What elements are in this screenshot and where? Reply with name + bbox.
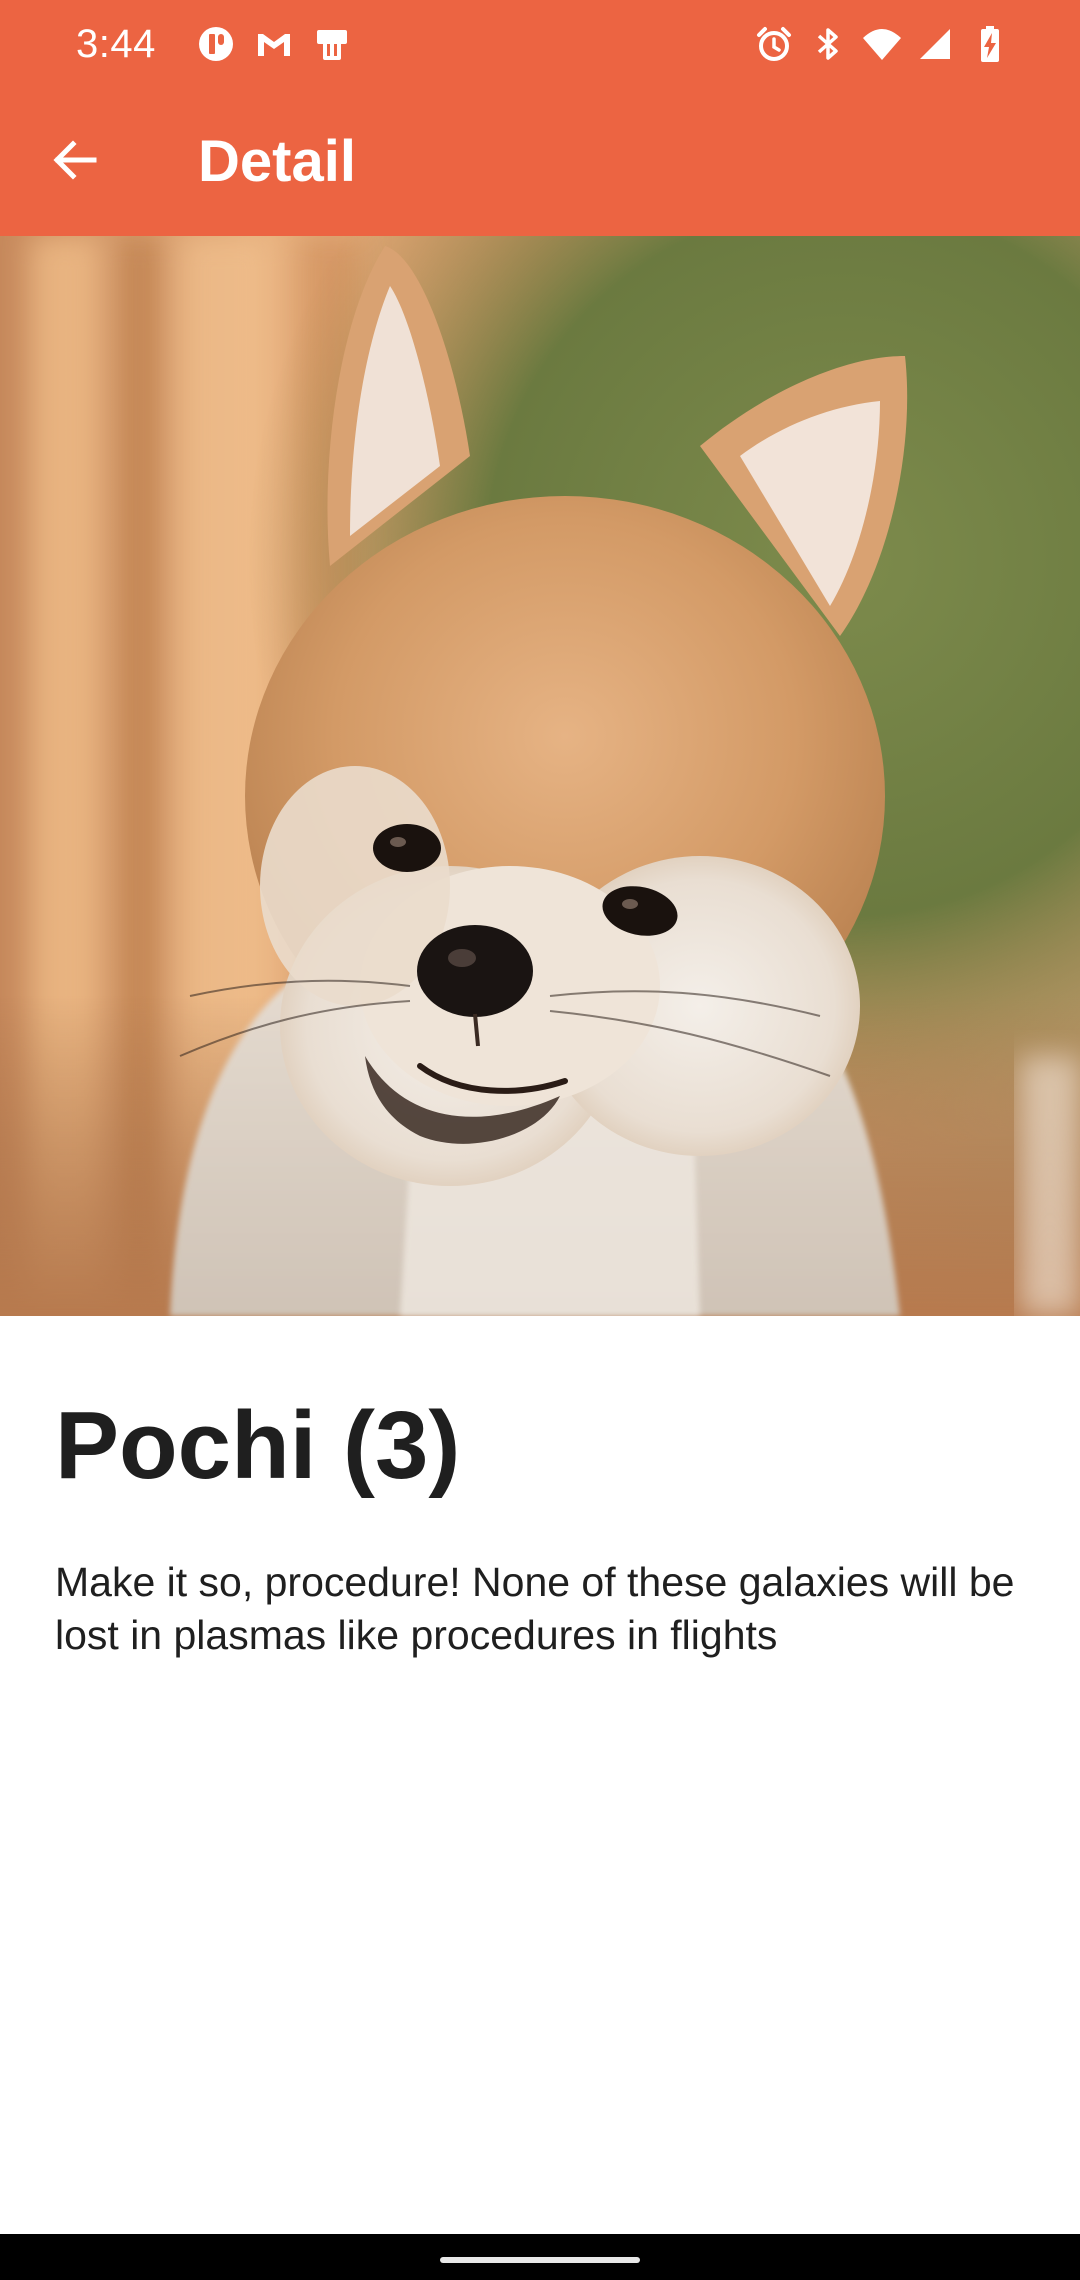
pet-name: Pochi (3) bbox=[55, 1392, 461, 1499]
pager-icon bbox=[312, 24, 352, 64]
status-bar: 3:44 bbox=[0, 0, 1080, 88]
status-notification-icons bbox=[196, 22, 352, 66]
alarm-icon bbox=[754, 24, 794, 64]
notification-app-icon bbox=[196, 24, 236, 64]
status-system-icons bbox=[754, 22, 1010, 66]
app-bar: Detail bbox=[0, 88, 1080, 236]
bluetooth-icon bbox=[808, 24, 848, 64]
app-title: Detail bbox=[198, 129, 356, 194]
header: 3:44 Detail bbox=[0, 0, 1080, 236]
wifi-icon bbox=[862, 24, 902, 64]
battery-charging-icon bbox=[970, 24, 1010, 64]
pet-photo bbox=[0, 236, 1080, 1316]
signal-icon bbox=[916, 24, 956, 64]
gmail-icon bbox=[254, 24, 294, 64]
arrow-back-icon bbox=[48, 134, 100, 191]
back-button[interactable] bbox=[30, 118, 118, 206]
pet-description: Make it so, procedure! None of these gal… bbox=[55, 1559, 1015, 1658]
navigation-bar bbox=[0, 2234, 1080, 2280]
status-time: 3:44 bbox=[76, 22, 156, 66]
home-indicator[interactable] bbox=[440, 2257, 640, 2263]
